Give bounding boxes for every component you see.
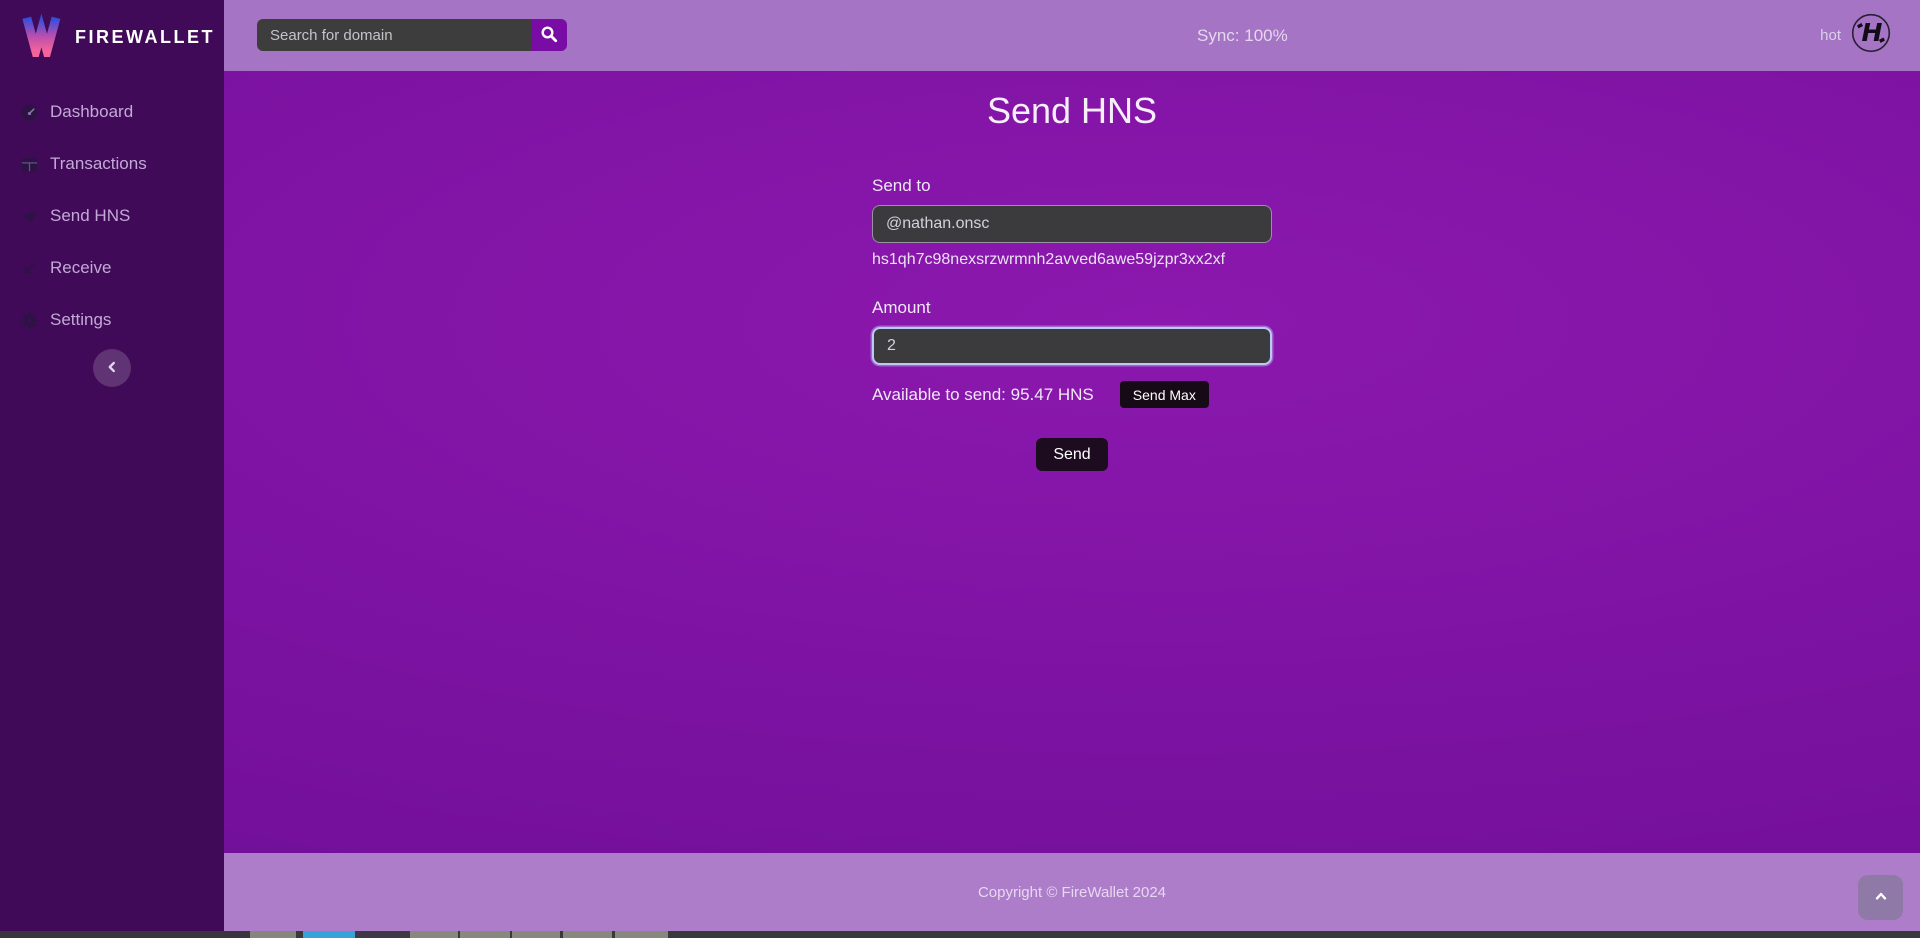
sidebar-nav: Dashboard Transactions Send HNS (0, 86, 224, 346)
sidebar: FIREWALLET Dashboard Transactions (0, 0, 224, 931)
taskbar-segment (0, 931, 250, 938)
sidebar-item-send-hns[interactable]: Send HNS (0, 190, 224, 242)
brand: FIREWALLET (0, 0, 224, 62)
taskbar-window-button[interactable] (615, 931, 668, 938)
gear-icon (20, 311, 39, 330)
sidebar-item-label: Dashboard (50, 102, 133, 122)
taskbar-active-window-button[interactable] (303, 931, 355, 938)
sidebar-item-label: Transactions (50, 154, 147, 174)
send-to-label: Send to (872, 176, 1272, 196)
sidebar-item-dashboard[interactable]: Dashboard (0, 86, 224, 138)
taskbar-window-button[interactable] (355, 931, 410, 938)
taskbar-sliver (0, 931, 1920, 938)
topbar: Sync: 100% hot H (224, 0, 1920, 71)
taskbar-window-button[interactable] (512, 931, 560, 938)
available-row: Available to send: 95.47 HNS Send Max (872, 381, 1272, 408)
scroll-to-top-button[interactable] (1858, 875, 1903, 920)
resolved-address: hs1qh7c98nexsrzwrmnh2avved6awe59jzpr3xx2… (872, 251, 1272, 269)
amount-label: Amount (872, 298, 1272, 318)
svg-text:H: H (1862, 18, 1883, 47)
amount-field[interactable] (872, 327, 1272, 365)
sidebar-item-settings[interactable]: Settings (0, 294, 224, 346)
handshake-icon[interactable]: H (1851, 13, 1891, 58)
chevron-left-icon (103, 358, 121, 379)
wallet-indicator: hot H (1820, 0, 1891, 71)
sidebar-item-label: Send HNS (50, 206, 130, 226)
copyright-text: Copyright © FireWallet 2024 (978, 884, 1166, 901)
send-plane-icon (20, 207, 39, 226)
dashboard-gauge-icon (20, 103, 39, 122)
send-hns-page: Send HNS Send to hs1qh7c98nexsrzwrmnh2av… (224, 71, 1920, 853)
send-form: Send to hs1qh7c98nexsrzwrmnh2avved6awe59… (872, 176, 1272, 471)
arrow-down-left-icon (20, 259, 39, 278)
taskbar-window-button[interactable] (563, 931, 612, 938)
wallet-name-label: hot (1820, 27, 1841, 44)
sidebar-item-receive[interactable]: Receive (0, 242, 224, 294)
search-icon (540, 25, 558, 46)
domain-search (257, 19, 567, 51)
chevron-up-icon (1873, 888, 1889, 907)
page-title: Send HNS (224, 71, 1920, 132)
sidebar-item-label: Receive (50, 258, 111, 278)
firewallet-logo-icon (20, 13, 62, 62)
sidebar-item-transactions[interactable]: Transactions (0, 138, 224, 190)
search-input[interactable] (257, 19, 531, 51)
collapse-sidebar-button[interactable] (93, 349, 131, 387)
sync-status: Sync: 100% (1197, 0, 1288, 71)
send-to-field[interactable] (872, 205, 1272, 243)
send-max-button[interactable]: Send Max (1120, 381, 1209, 408)
brand-name: FIREWALLET (75, 27, 215, 48)
taskbar-window-button[interactable] (250, 931, 296, 938)
available-to-send-text: Available to send: 95.47 HNS (872, 385, 1094, 405)
table-icon (20, 155, 39, 174)
send-button[interactable]: Send (1036, 438, 1107, 471)
search-button[interactable] (531, 19, 567, 51)
taskbar-window-button[interactable] (460, 931, 510, 938)
taskbar-window-button[interactable] (410, 931, 458, 938)
sidebar-item-label: Settings (50, 310, 111, 330)
footer: Copyright © FireWallet 2024 (224, 853, 1920, 931)
